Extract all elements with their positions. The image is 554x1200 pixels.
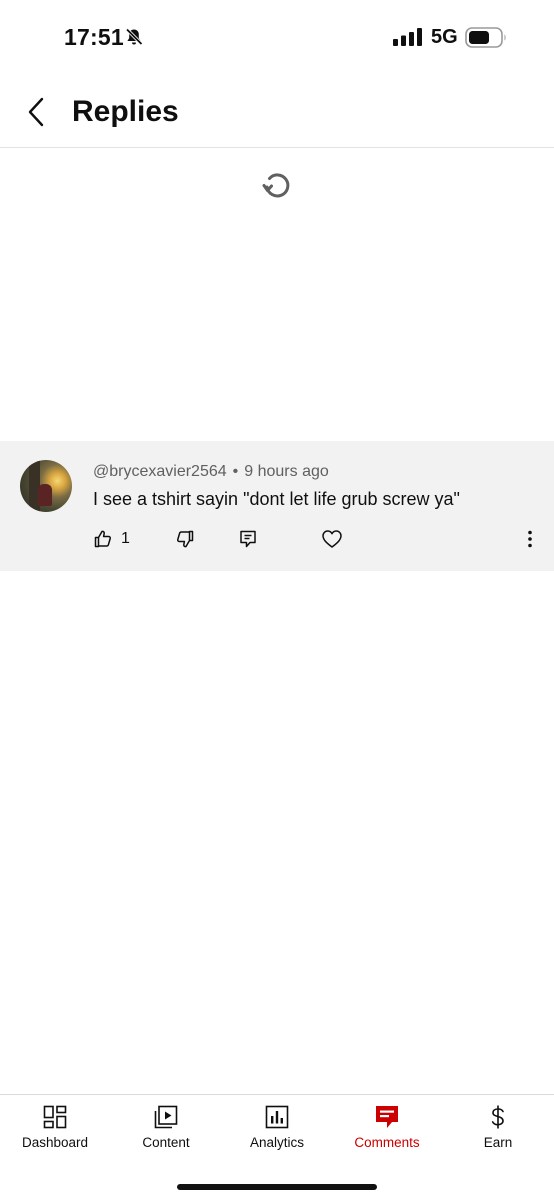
page-title: Replies [72,95,179,128]
nav-content[interactable]: Content [111,1095,221,1165]
content-icon [154,1105,178,1129]
bell-off-icon [125,28,143,46]
refresh-icon [262,173,290,198]
nav-dashboard[interactable]: Dashboard [0,1095,110,1165]
dollar-icon [491,1105,504,1129]
battery-icon [465,27,506,48]
status-bar: 17:51 5G [0,0,554,70]
chevron-left-icon [28,97,44,127]
more-options-button[interactable] [518,527,542,551]
nav-analytics-label: Analytics [249,1135,305,1150]
nav-earn-label: Earn [483,1135,513,1150]
comment-time: 9 hours ago [244,463,329,480]
status-time: 17:51 [64,24,124,50]
heart-button[interactable] [320,527,344,551]
network-label: 5G [431,26,458,48]
nav-analytics[interactable]: Analytics [222,1095,332,1165]
more-vert-icon [528,530,532,548]
meta-separator: • [232,463,239,480]
reply-button[interactable] [236,527,260,551]
nav-earn[interactable]: Earn [443,1095,553,1165]
analytics-icon [265,1105,289,1129]
thumbs-down-icon [176,530,194,548]
nav-content-label: Content [142,1135,190,1150]
header: Replies [0,78,554,148]
back-button[interactable] [20,94,52,130]
comment-author[interactable]: @brycexavier2564 [93,463,227,480]
signal-icon [393,28,422,46]
comment-text: I see a tshirt sayin "dont let life grub… [93,489,460,509]
avatar[interactable] [20,460,72,512]
comment-actions: 1 [0,527,554,551]
dashboard-icon [43,1105,67,1129]
nav-comments[interactable]: Comments [332,1095,442,1165]
reply-icon [240,530,256,548]
thumbs-up-icon [94,530,112,548]
nav-dashboard-label: Dashboard [21,1135,89,1150]
heart-icon [322,530,342,548]
comments-icon [376,1106,398,1128]
home-indicator[interactable] [177,1184,377,1190]
nav-comments-label: Comments [354,1135,420,1150]
comment-meta: @brycexavier2564 • 9 hours ago [93,462,329,482]
like-button[interactable] [91,527,115,551]
like-count: 1 [121,530,130,547]
dislike-button[interactable] [173,527,197,551]
comment-card: @brycexavier2564 • 9 hours ago I see a tsh… [0,441,554,571]
